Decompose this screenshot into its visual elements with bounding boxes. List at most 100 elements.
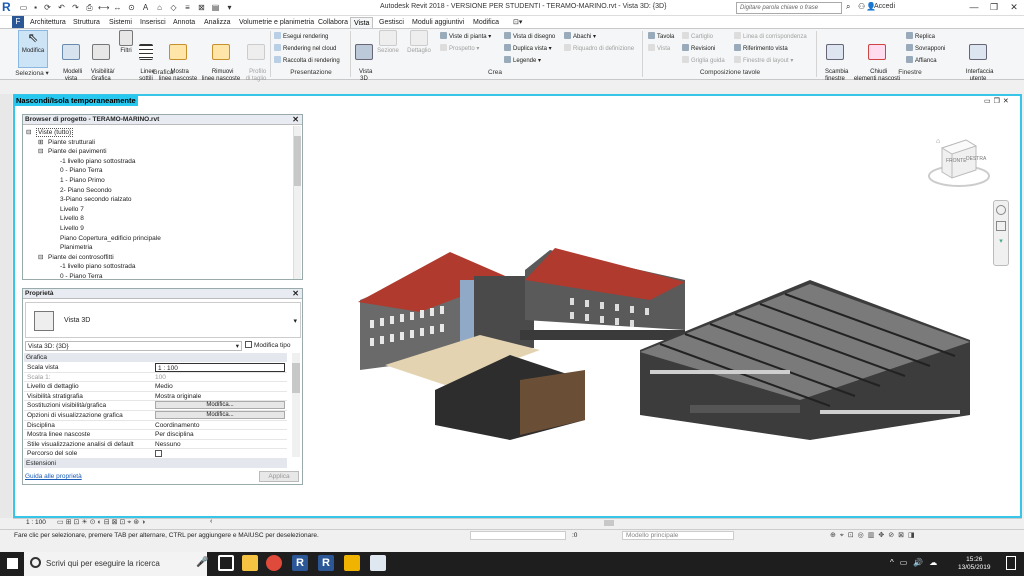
tab-vista[interactable]: Vista: [350, 17, 374, 28]
tree-toggle-icon[interactable]: ⊟: [38, 147, 48, 156]
close-icon[interactable]: ✕: [292, 289, 299, 299]
property-value[interactable]: Coordinamento: [155, 421, 199, 430]
taskbar-search[interactable]: Scrivi qui per eseguire la ricerca: [24, 552, 207, 576]
property-value[interactable]: 1 : 100: [155, 363, 285, 372]
revisioni-button[interactable]: Revisioni: [682, 44, 715, 53]
tab-moduli[interactable]: Moduli aggiuntivi: [409, 17, 467, 28]
switch-windows-icon[interactable]: ▤: [210, 2, 221, 13]
property-value[interactable]: Nessuno: [155, 440, 181, 449]
legende-dropdown[interactable]: Legende ▾: [504, 56, 541, 65]
tab-extra-icon[interactable]: ⊡▾: [510, 17, 525, 28]
esegui-rendering-button[interactable]: Esegui rendering: [274, 32, 328, 41]
undo-icon[interactable]: ↶: [56, 2, 67, 13]
abachi-dropdown[interactable]: Abachi ▾: [564, 32, 596, 41]
riferimento-vista-button[interactable]: Riferimento vista: [734, 44, 788, 53]
security-shield-icon[interactable]: [344, 555, 360, 571]
sovrapponi-button[interactable]: Sovrapponi: [906, 44, 945, 53]
modifica-button[interactable]: ⇖ Modifica: [18, 30, 48, 55]
tree-item[interactable]: Livello 9: [50, 224, 84, 233]
app-icon[interactable]: [370, 555, 386, 571]
search-input[interactable]: Digitare parola chiave o frase: [736, 2, 842, 14]
sezione-button[interactable]: Sezione: [376, 30, 400, 55]
category-grafica[interactable]: Grafica: [24, 353, 287, 362]
search-icon[interactable]: ⌕: [846, 2, 850, 12]
system-tray-icons[interactable]: ^▭🔊☁: [890, 558, 943, 567]
cartiglio-button[interactable]: Cartiglio: [682, 32, 713, 41]
minimize-button[interactable]: —: [964, 0, 984, 15]
open-icon[interactable]: ▭: [18, 2, 29, 13]
selection-filter-icons[interactable]: ⊕⌖⊡◎▥✥⊘⊠◨: [830, 531, 919, 540]
edit-button[interactable]: Modifica...: [155, 411, 285, 419]
viste-pianta-dropdown[interactable]: Viste di pianta ▾: [440, 32, 491, 41]
revit-taskbar-icon[interactable]: R: [292, 555, 308, 571]
chrome-icon[interactable]: [266, 555, 282, 571]
tree-item[interactable]: Livello 7: [50, 205, 84, 214]
tab-volumetrie[interactable]: Volumetrie e planimetria: [236, 17, 317, 28]
apply-button[interactable]: Applica: [259, 471, 299, 482]
view-control-icons[interactable]: ▭⊞⊡☀⊙◐⊟⊠⊡⌖⊛◑: [57, 518, 147, 527]
replica-button[interactable]: Replica: [906, 32, 935, 41]
print-icon[interactable]: ⎙: [84, 2, 95, 13]
tab-architettura[interactable]: Architettura: [27, 17, 69, 28]
rendering-cloud-button[interactable]: Rendering nel cloud: [274, 44, 336, 53]
dimension-icon[interactable]: ↔: [112, 2, 123, 13]
close-hidden-icon[interactable]: ⊠: [196, 2, 207, 13]
property-value[interactable]: 100: [155, 373, 166, 382]
browser-scrollbar[interactable]: [293, 126, 301, 279]
properties-scroll-thumb[interactable]: [292, 363, 300, 393]
vista-sheet-button[interactable]: Vista: [648, 44, 670, 53]
interfaccia-utente-button[interactable]: Interfaccia utente: [958, 30, 998, 83]
horizontal-scroll-thumb[interactable]: [604, 520, 614, 526]
maximize-button[interactable]: ❐: [984, 0, 1004, 15]
duplica-vista-dropdown[interactable]: Duplica vista ▾: [504, 44, 552, 53]
tree-item[interactable]: -1 livello piano sottostrada: [50, 157, 136, 166]
qat-dropdown-icon[interactable]: ▾: [224, 2, 235, 13]
close-button[interactable]: ✕: [1004, 0, 1024, 15]
property-value[interactable]: Medio: [155, 382, 173, 391]
dettaglio-button[interactable]: Dettaglio: [404, 30, 434, 55]
3d-view-icon[interactable]: ⌂: [154, 2, 165, 13]
save-icon[interactable]: ▪: [30, 2, 41, 13]
tab-inserisci[interactable]: Inserisci: [137, 17, 169, 28]
scambia-finestre-button[interactable]: Scambia finestre: [820, 30, 850, 83]
finestre-layout-dropdown[interactable]: Finestre di layout ▾: [734, 56, 793, 65]
scroll-left-icon[interactable]: ‹: [210, 518, 212, 525]
tree-item[interactable]: 1 - Piano Primo: [50, 176, 105, 185]
affianca-button[interactable]: Affianca: [906, 56, 937, 65]
riquadro-definizione-button[interactable]: Riquadro di definizione: [564, 44, 634, 53]
file-tab[interactable]: F: [12, 16, 24, 28]
tree-item[interactable]: ⊟ Viste (tutto): [26, 128, 74, 137]
revit-logo-icon[interactable]: R: [2, 1, 14, 14]
property-value[interactable]: Mostra originale: [155, 392, 201, 401]
tab-sistemi[interactable]: Sistemi: [106, 17, 135, 28]
tree-item[interactable]: Livello 8: [50, 214, 84, 223]
linea-corrispondenza-button[interactable]: Linea di corrispondenza: [734, 32, 807, 41]
tree-item[interactable]: 0 - Piano Terra: [50, 272, 103, 279]
text-icon[interactable]: A: [140, 2, 151, 13]
tree-item[interactable]: Piano Copertura_edificio principale: [50, 234, 161, 243]
tree-item[interactable]: -1 livello piano sottostrada: [50, 262, 136, 271]
zoom-fit-icon[interactable]: ▾: [996, 237, 1006, 245]
viewport-window-controls[interactable]: ▭❐✕: [984, 97, 1012, 105]
thin-lines-icon[interactable]: ≡: [182, 2, 193, 13]
type-selector[interactable]: Vista 3D ▾: [25, 302, 301, 338]
file-explorer-icon[interactable]: [242, 555, 258, 571]
tree-item[interactable]: 3-Piano secondo rialzato: [50, 195, 132, 204]
tab-annota[interactable]: Annota: [170, 17, 198, 28]
steering-wheel-icon[interactable]: [996, 205, 1006, 215]
sync-icon[interactable]: ⟳: [42, 2, 53, 13]
prospetto-dropdown[interactable]: Prospetto ▾: [440, 44, 479, 53]
filtri-button[interactable]: Filtri: [117, 30, 135, 55]
griglia-guida-button[interactable]: Griglia guida: [682, 56, 725, 65]
tree-item[interactable]: ⊞ Piante strutturali: [38, 138, 95, 147]
properties-scrollbar[interactable]: [292, 353, 300, 457]
tree-item[interactable]: Planimetria: [50, 243, 93, 252]
tab-gestisci[interactable]: Gestisci: [376, 17, 407, 28]
seleziona-dropdown[interactable]: Seleziona ▾: [14, 69, 50, 77]
browser-scroll-thumb[interactable]: [294, 136, 301, 186]
vista-disegno-button[interactable]: Vista di disegno: [504, 32, 555, 41]
tree-item[interactable]: 2- Piano Secondo: [50, 186, 112, 195]
tree-item[interactable]: 0 - Piano Terra: [50, 166, 103, 175]
vista-3d-button[interactable]: Vista 3D: [354, 30, 374, 83]
notifications-icon[interactable]: [1006, 556, 1016, 570]
